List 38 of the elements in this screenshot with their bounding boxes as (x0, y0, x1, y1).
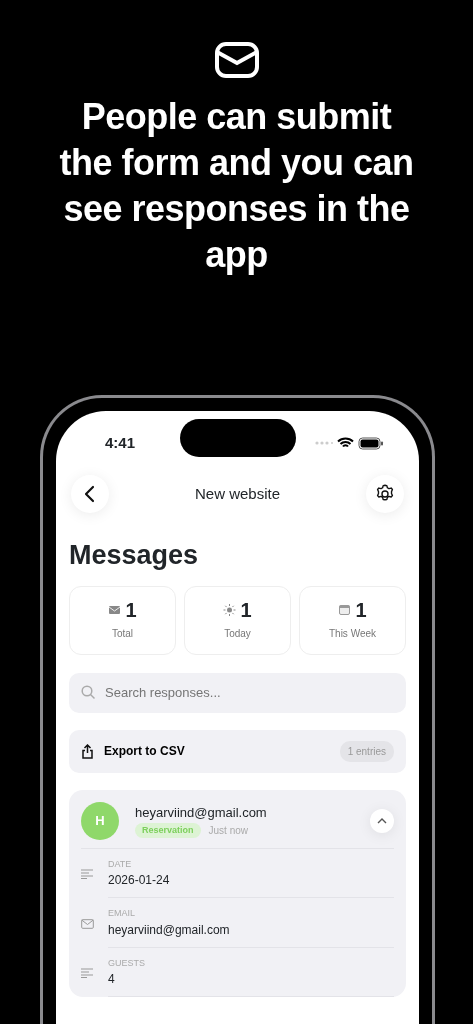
text-lines-icon (81, 869, 94, 880)
share-icon (81, 743, 94, 759)
wifi-icon (337, 437, 354, 449)
timestamp: Just now (208, 823, 248, 838)
form-tag: Reservation (135, 822, 201, 838)
sun-icon (223, 603, 237, 616)
signal-icon (315, 441, 333, 445)
search-field[interactable]: Search responses... (69, 672, 406, 713)
field-label: GUESTS (108, 956, 146, 970)
stat-value: 1 (125, 599, 137, 620)
back-button[interactable] (71, 475, 109, 513)
entry-count: 1 entries (339, 740, 394, 762)
stat-value: 1 (355, 599, 367, 620)
field-value: 4 (108, 971, 116, 988)
battery-icon (358, 436, 384, 450)
avatar: H (81, 801, 119, 840)
stat-label: This Week (328, 626, 377, 641)
page-title: Messages (69, 539, 200, 572)
stat-label: Total (111, 626, 134, 641)
field-value: 2026-01-24 (108, 872, 171, 889)
stat-label: Today (224, 626, 251, 641)
status-time: 4:41 (105, 432, 136, 453)
nav-title: New website (194, 483, 280, 504)
envelope-icon (81, 918, 94, 929)
headline: People can submit the form and you can see responses in the app (58, 95, 415, 277)
envelope-icon (108, 603, 122, 616)
chevron-up-icon (377, 817, 387, 824)
field-label: DATE (108, 857, 133, 871)
calendar-icon (338, 603, 352, 616)
chevron-left-icon (84, 485, 96, 503)
stat-value: 1 (240, 599, 252, 620)
mail-icon (214, 42, 259, 78)
sender-email: heyarviind@gmail.com (135, 804, 268, 822)
field-value: heyarviind@gmail.com (108, 921, 231, 939)
text-lines-icon (81, 968, 94, 979)
field-label: EMAIL (108, 907, 136, 920)
settings-button[interactable] (366, 475, 404, 513)
export-button[interactable]: Export to CSV 1 entries (69, 729, 406, 773)
